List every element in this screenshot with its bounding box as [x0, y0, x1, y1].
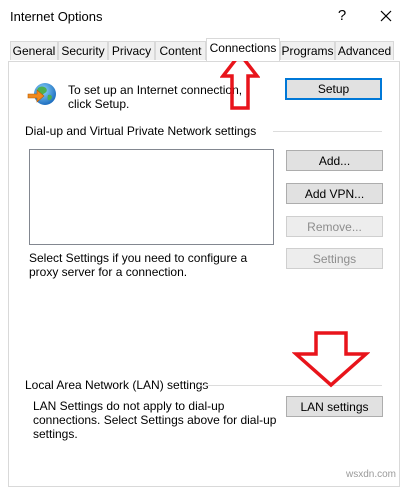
tab-security[interactable]: Security	[58, 41, 108, 60]
close-button[interactable]	[377, 5, 395, 25]
tab-connections[interactable]: Connections	[206, 38, 280, 61]
tab-content[interactable]: Content	[155, 41, 206, 60]
help-button[interactable]: ?	[334, 7, 350, 24]
connections-list[interactable]	[29, 149, 274, 245]
internet-globe-icon	[26, 80, 60, 110]
lan-settings-button[interactable]: LAN settings	[286, 396, 383, 417]
lan-group-label: Local Area Network (LAN) settings	[25, 378, 209, 392]
lan-description: LAN Settings do not apply to dial-up con…	[33, 399, 277, 441]
add-vpn-button[interactable]: Add VPN...	[286, 183, 383, 204]
annotation-arrow-down	[292, 331, 370, 388]
tab-programs[interactable]: Programs	[280, 41, 335, 60]
add-button[interactable]: Add...	[286, 150, 383, 171]
settings-button[interactable]: Settings	[286, 248, 383, 269]
close-icon	[380, 10, 392, 22]
setup-button[interactable]: Setup	[285, 78, 382, 100]
proxy-description: Select Settings if you need to configure…	[29, 251, 248, 279]
window-title: Internet Options	[10, 9, 103, 24]
tab-privacy[interactable]: Privacy	[108, 41, 155, 60]
title-bar: Internet Options ?	[0, 0, 404, 34]
dialup-group-label: Dial-up and Virtual Private Network sett…	[25, 124, 257, 138]
tab-general[interactable]: General	[10, 41, 58, 60]
remove-button[interactable]: Remove...	[286, 216, 383, 237]
dialup-group-divider	[273, 131, 382, 132]
tab-strip: General Security Privacy Content Connect…	[0, 38, 404, 62]
tab-advanced[interactable]: Advanced	[335, 41, 394, 60]
watermark: wsxdn.com	[346, 469, 397, 480]
